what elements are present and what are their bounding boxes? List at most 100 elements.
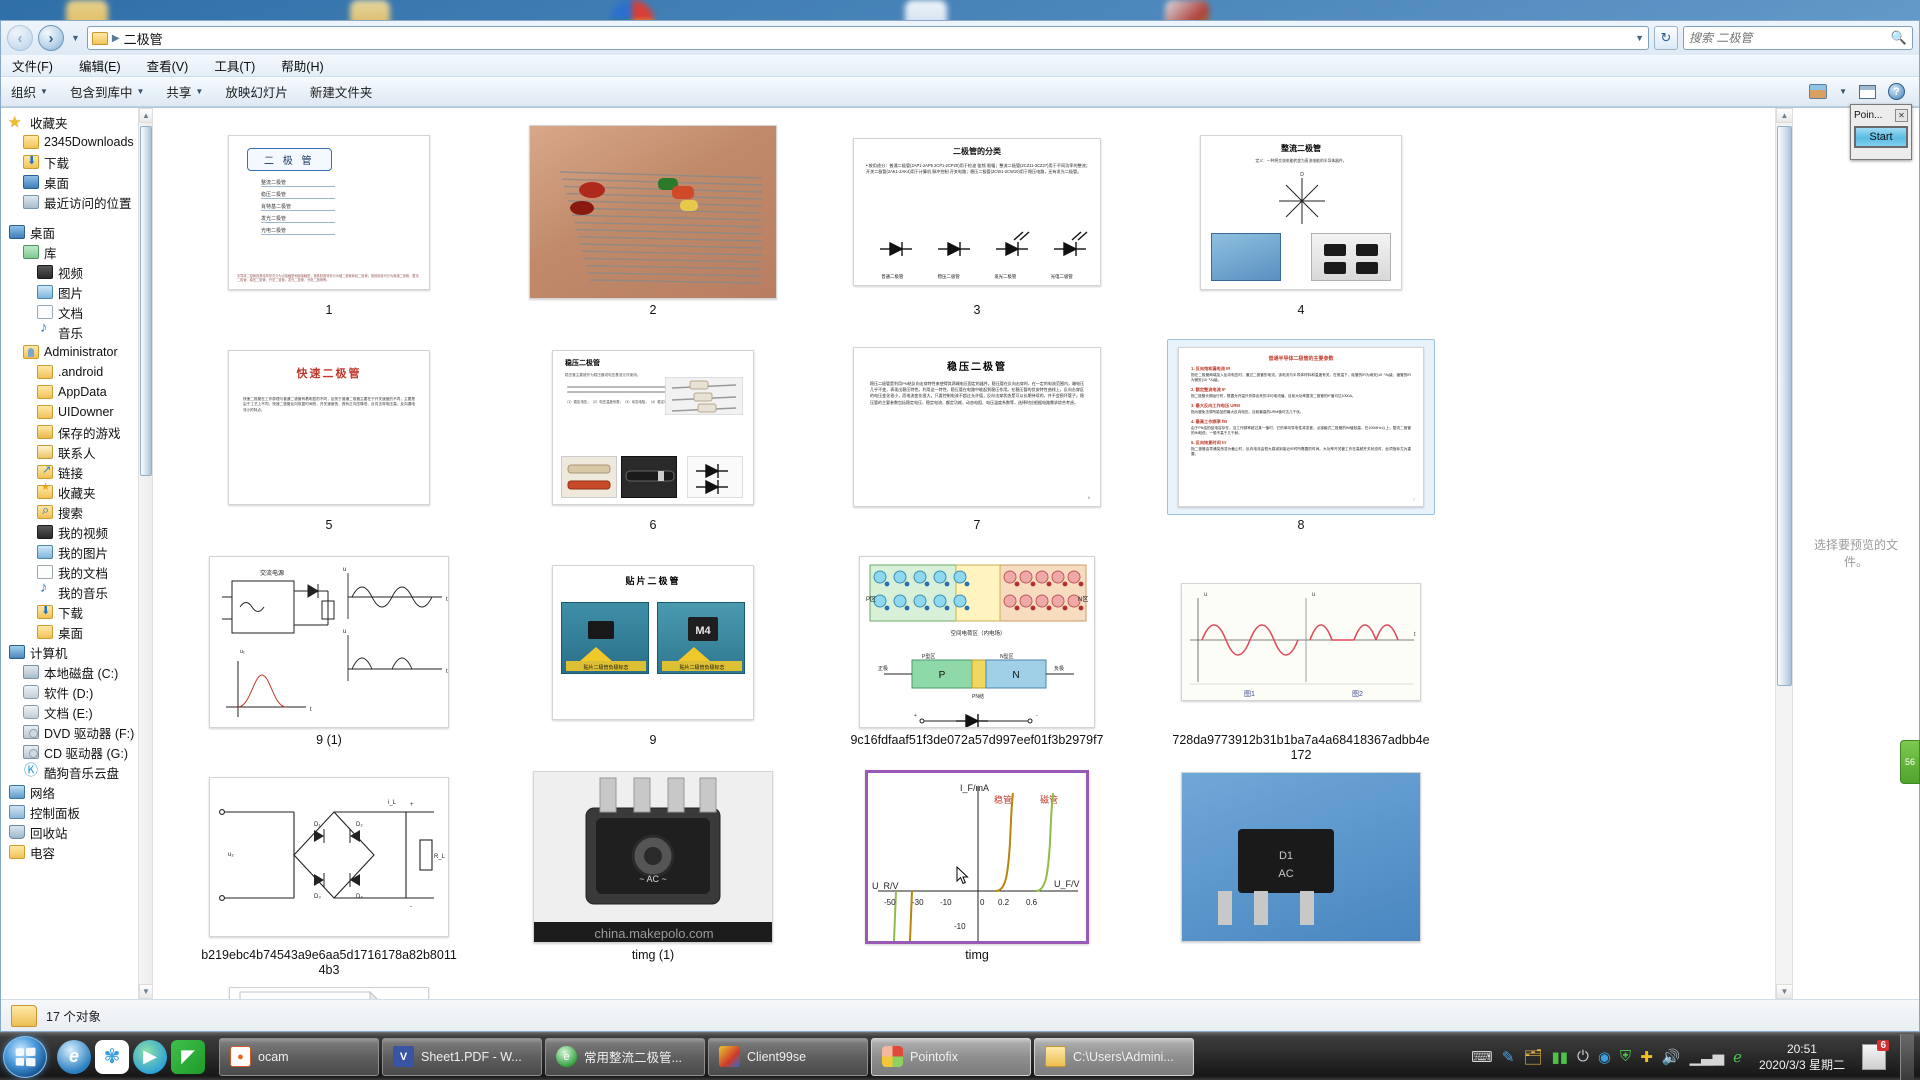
sidebar-item-28[interactable]: 软件 (D:) [1,682,152,702]
sidebar-item-4[interactable]: 最近访问的位置 [1,192,152,212]
file-item[interactable]: D₁ D₂ D₃ D₄ u₂ + - R_L i_L b219ebc4b74543a9e6aa5d… [167,765,491,980]
sidebar-item-15[interactable]: 保存的游戏 [1,422,152,442]
sidebar-item-31[interactable]: CD 驱动器 (G:) [1,742,152,762]
file-thumbnail[interactable]: 二极管的分类 • 按用途分：普通二极管(2AP1-2AP9 2CP1-2CP20)… [843,124,1111,300]
scroll-up-arrow-icon[interactable]: ▲ [139,108,152,123]
sidebar-item-22[interactable]: 我的文档 [1,562,152,582]
sidebar-item-7[interactable]: 视频 [1,262,152,282]
new-folder-button[interactable]: 新建文件夹 [310,82,373,101]
sidebar-item-0[interactable]: 收藏夹 [1,112,152,132]
search-box[interactable]: 🔍 [1683,26,1913,50]
chevron-down-icon[interactable]: ▼ [1839,87,1847,96]
menu-item-help[interactable]: 帮助(H) [278,55,326,76]
file-item[interactable]: 二 极 管整流二极管 稳压二极管 肖特基二极管 发光二极管 光电二极管 半导体二极管按其结… [167,120,491,335]
file-thumbnail[interactable]: 普通半导体二极管的主要参数 1. 反向饱和漏电流 IR 指在二极管两端加入反向电压时… [1167,339,1435,515]
search-input[interactable] [1689,31,1891,45]
sidebar-item-12[interactable]: .android [1,362,152,382]
file-item[interactable]: 交流电源 u₁ u t u t t 9 (1) [167,550,491,765]
history-dropdown-button[interactable]: ▼ [69,33,82,43]
sidebar-item-34[interactable]: 控制面板 [1,802,152,822]
file-thumbnail[interactable]: 交流电源 u₁ u t u t t [195,554,463,730]
refresh-button[interactable]: ↻ [1654,26,1678,50]
pen-icon[interactable]: ✎ [1502,1048,1515,1066]
pointofix-window[interactable]: Poin... ✕ Start [1850,104,1912,160]
sidebar-item-18[interactable]: 收藏夹 [1,482,152,502]
sidebar-item-33[interactable]: 网络 [1,782,152,802]
browser-icon[interactable]: ℯ [1733,1048,1742,1066]
sidebar-item-23[interactable]: 我的音乐 [1,579,152,602]
menu-item-tools[interactable]: 工具(T) [211,55,258,76]
sidebar-item-20[interactable]: 我的视频 [1,522,152,542]
view-layout-icon[interactable] [1809,84,1828,99]
network-icon[interactable]: ▁▃▅ [1689,1048,1724,1066]
taskbar-button-3[interactable]: Client99se [708,1037,868,1076]
file-item[interactable]: 稳压二极管 稳压管主要被作为稳压器或电压基准元件使用。 （1）稳定电压；（2）电压温… [491,335,815,550]
sidebar-item-30[interactable]: DVD 驱动器 (F:) [1,722,152,742]
menu-item-edit[interactable]: 编辑(E) [76,55,124,76]
sidebar-item-26[interactable]: 计算机 [1,642,152,662]
menu-item-file[interactable]: 文件(F) [9,55,56,76]
preview-pane-icon[interactable] [1859,84,1876,99]
sidebar-item-27[interactable]: 本地磁盘 (C:) [1,662,152,682]
taskbar-button-0[interactable]: ● ocam [219,1037,379,1076]
file-item[interactable]: u t u 图1 图2 728da9773912b31b1ba7a4a68418367ad… [1139,550,1463,765]
edge-floating-widget[interactable]: 56 [1900,740,1920,784]
file-thumbnail[interactable]: 贴片二极管 贴片二极管负极标志 M4 贴片二极管负极标志 [519,554,787,730]
file-item[interactable]: 整流二极管 定义：一种将交流电能转变为直流电能的半导体器件。 D 4 [1139,120,1463,335]
scroll-down-arrow-icon[interactable]: ▼ [1776,984,1792,999]
file-list-pane[interactable]: 二 极 管整流二极管 稳压二极管 肖特基二极管 发光二极管 光电二极管 半导体二极管按其结… [153,108,1793,999]
file-thumbnail[interactable] [519,124,787,300]
sidebar-item-5[interactable]: 桌面 [1,222,152,242]
file-item[interactable]: 快速二极管 快速二极管在工作原理与普通二极管有着明显的不同，区别于普通二极管主要在… [167,335,491,550]
file-item[interactable]: ~ AC ~ china.makepolo.com timg (1) [491,765,815,980]
pointofix-start-button[interactable]: Start [1854,126,1908,148]
file-thumbnail[interactable]: I_F/mA稳管磁管-50-30-1000.20.6U_R/VU_F/V-10-… [843,769,1111,945]
signal-icon[interactable]: ▮▮ [1551,1048,1568,1066]
file-thumbnail[interactable]: D1 AC [1167,769,1435,945]
file-item[interactable]: I_F/mA稳管磁管-50-30-1000.20.6U_R/VU_F/V-10-… [815,765,1139,980]
file-thumbnail[interactable]: 二 极 管整流二极管 稳压二极管 肖特基二极管 发光二极管 光电二极管 半导体二极管按其结… [195,124,463,300]
menu-item-view[interactable]: 查看(V) [144,55,192,76]
help-icon[interactable]: ? [1888,83,1905,100]
sidebar-item-3[interactable]: 桌面 [1,172,152,192]
sidebar-item-17[interactable]: 链接 [1,462,152,482]
sidebar-item-36[interactable]: 电容 [1,842,152,862]
sidebar-scroll-thumb[interactable] [140,126,152,476]
file-thumbnail[interactable]: 稳压二极管 稳压二极管是利用PN结反向击穿特性来使得其两端电压固定的器件。稳压管在… [843,339,1111,515]
file-thumbnail[interactable]: u t u 图1 图2 [1167,554,1435,730]
scroll-up-arrow-icon[interactable]: ▲ [1776,108,1792,123]
share-button[interactable]: 共享 ▼ [166,82,203,101]
file-thumbnail[interactable] [195,984,463,999]
file-item[interactable]: 贴片二极管 贴片二极管负极标志 M4 贴片二极管负极标志 9 [491,550,815,765]
file-item[interactable]: 稳压二极管 稳压二极管是利用PN结反向击穿特性来使得其两端电压固定的器件。稳压管在… [815,335,1139,550]
keyboard-icon[interactable]: ⌨ [1471,1048,1493,1066]
sidebar-item-8[interactable]: 图片 [1,282,152,302]
sidebar-item-10[interactable]: 音乐 [1,319,152,342]
sidebar-item-9[interactable]: 文档 [1,302,152,322]
sidebar-item-32[interactable]: 酷狗音乐云盘 [1,760,152,782]
file-item[interactable]: P区 N区 空间电荷区（内电场） P N 正极 负极 P型区 N型区 PN结 + - 9c16fdfaa… [815,550,1139,765]
address-bar[interactable]: ▶ 二极管 ▼ [86,26,1649,50]
taskbar-button-5[interactable]: C:\Users\Admini... [1034,1037,1194,1076]
content-scroll-thumb[interactable] [1777,126,1792,686]
slideshow-button[interactable]: 放映幻灯片 [225,82,288,101]
content-scrollbar[interactable]: ▲ ▼ [1775,108,1792,999]
plus-icon[interactable]: ✚ [1640,1048,1653,1066]
sidebar-item-14[interactable]: UIDowner [1,402,152,422]
sidebar-item-19[interactable]: 搜索 [1,502,152,522]
file-item[interactable]: 2 [491,120,815,335]
close-icon[interactable]: ✕ [1895,109,1908,122]
file-item[interactable]: D1 AC [1139,765,1463,980]
internet-explorer-icon[interactable]: e [57,1039,91,1074]
sidebar-item-16[interactable]: 联系人 [1,442,152,462]
file-thumbnail[interactable]: ~ AC ~ china.makepolo.com [519,769,787,945]
sidebar-item-13[interactable]: AppData [1,382,152,402]
file-item[interactable]: 二极管的分类 • 按用途分：普通二极管(2AP1-2AP9 2CP1-2CP20)… [815,120,1139,335]
sidebar-item-21[interactable]: 我的图片 [1,542,152,562]
sidebar-item-11[interactable]: Administrator [1,342,152,362]
taskbar-button-4[interactable]: Pointofix [871,1037,1031,1076]
sidebar-item-2[interactable]: 下载 [1,152,152,172]
sidebar-scrollbar[interactable]: ▲ ▼ [138,108,152,999]
browser-360-icon[interactable]: ✾ [95,1039,129,1074]
sidebar-item-24[interactable]: 下载 [1,602,152,622]
